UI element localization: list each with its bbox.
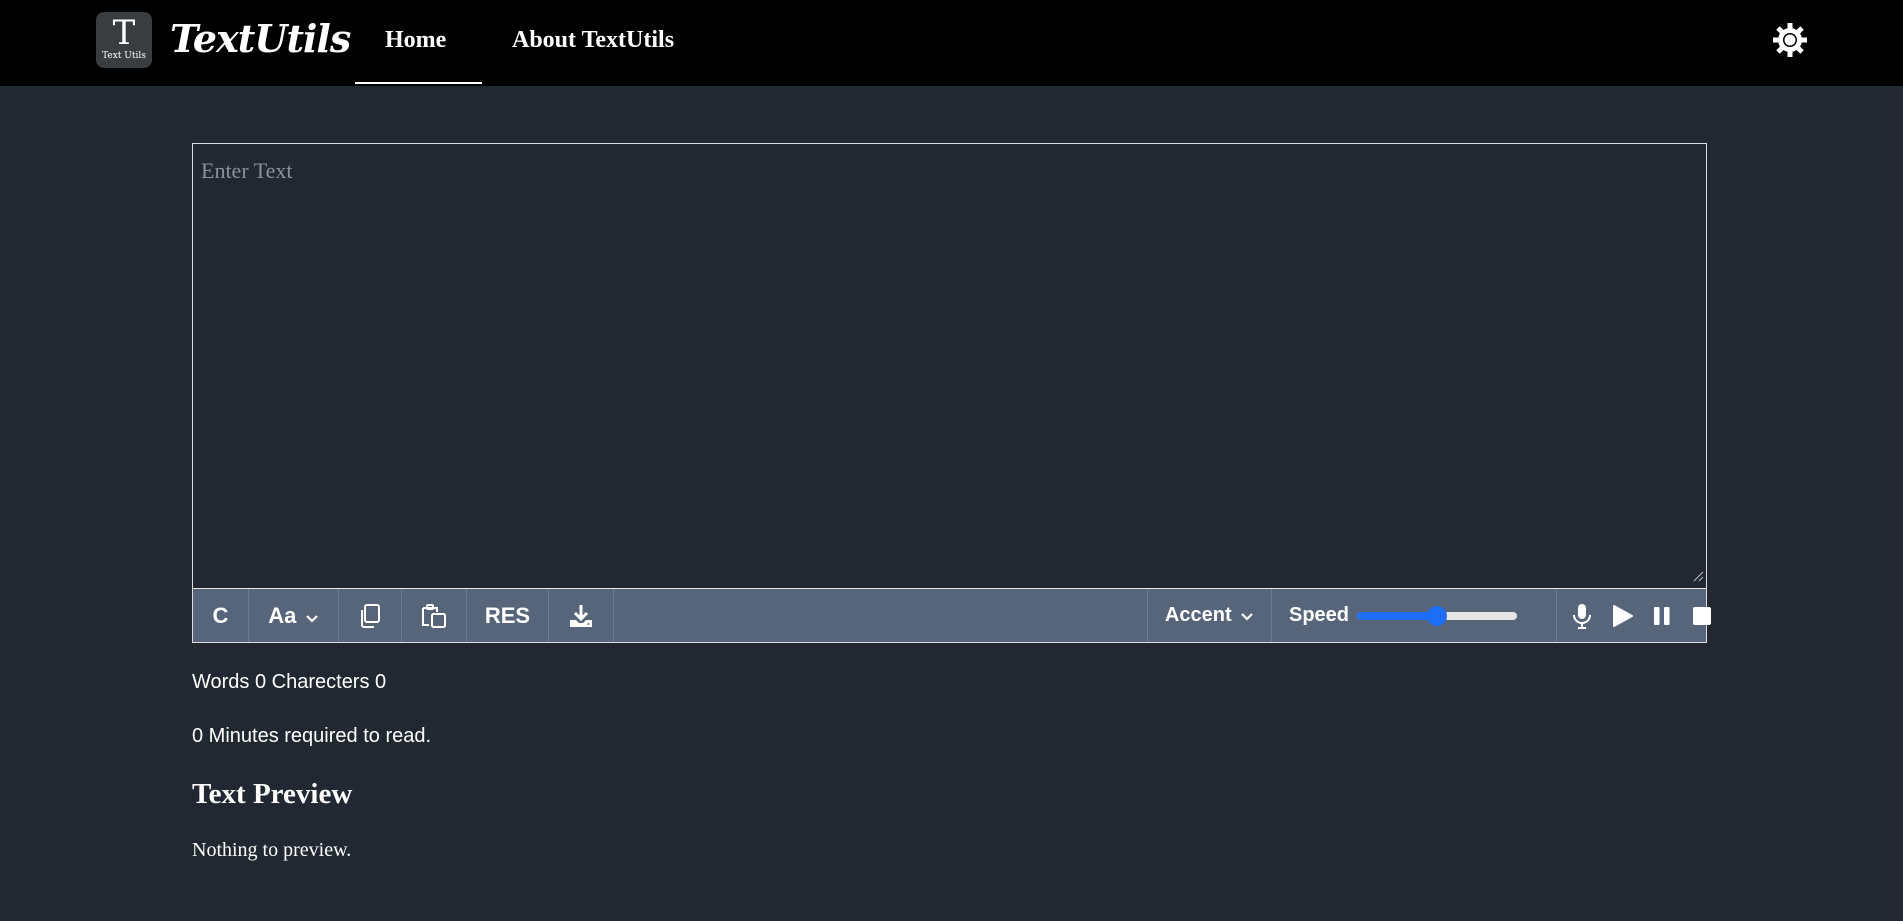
- pause-icon[interactable]: [1649, 603, 1675, 629]
- slider-fill: [1357, 612, 1437, 620]
- stop-icon[interactable]: [1689, 603, 1715, 629]
- chevron-down-icon: [306, 614, 318, 623]
- brand-title[interactable]: TextUtils: [170, 14, 351, 64]
- mic-icon[interactable]: [1569, 603, 1595, 629]
- editor-toolbar: C Aa RES Accent Speed: [193, 588, 1711, 642]
- clear-label: C: [212, 603, 229, 628]
- text-input[interactable]: [193, 144, 1706, 588]
- theme-toggle-button[interactable]: [1772, 22, 1808, 58]
- accent-label: Accent: [1164, 604, 1232, 626]
- copy-icon: [361, 603, 380, 628]
- resize-handle-icon[interactable]: [1692, 570, 1704, 582]
- paste-button[interactable]: [402, 589, 467, 642]
- clear-button[interactable]: C: [193, 589, 249, 642]
- speed-label: Speed: [1289, 604, 1350, 626]
- logo-subtitle: Text Utils: [102, 51, 146, 61]
- active-tab-indicator: [355, 82, 482, 84]
- case-label: Aa: [268, 603, 297, 628]
- nav-about-link[interactable]: About TextUtils: [512, 20, 674, 60]
- download-button[interactable]: [549, 589, 614, 642]
- text-editor: C Aa RES: [192, 143, 1711, 643]
- speed-slider[interactable]: [1357, 606, 1517, 626]
- preview-text: Nothing to preview.: [192, 839, 352, 861]
- navbar: T Text Utils TextUtils Home About TextUt…: [0, 0, 1903, 86]
- slider-thumb[interactable]: [1427, 606, 1447, 626]
- logo-letter: T: [112, 13, 136, 53]
- word-char-count: Words 0 Charecters 0: [192, 671, 387, 693]
- logo[interactable]: T Text Utils: [96, 12, 152, 68]
- play-icon[interactable]: [1609, 603, 1635, 629]
- read-time: 0 Minutes required to read.: [192, 725, 432, 747]
- res-button[interactable]: RES: [467, 589, 549, 642]
- copy-button[interactable]: [339, 589, 402, 642]
- case-dropdown-button[interactable]: Aa: [249, 589, 339, 642]
- chevron-down-icon: [1241, 612, 1253, 621]
- accent-dropdown-button[interactable]: Accent: [1147, 589, 1271, 642]
- preview-heading: Text Preview: [192, 778, 353, 810]
- res-label: RES: [484, 603, 531, 628]
- nav-home-link[interactable]: Home: [385, 20, 446, 60]
- download-icon: [570, 604, 592, 627]
- paste-icon: [422, 603, 446, 628]
- sun-icon: [1773, 23, 1807, 57]
